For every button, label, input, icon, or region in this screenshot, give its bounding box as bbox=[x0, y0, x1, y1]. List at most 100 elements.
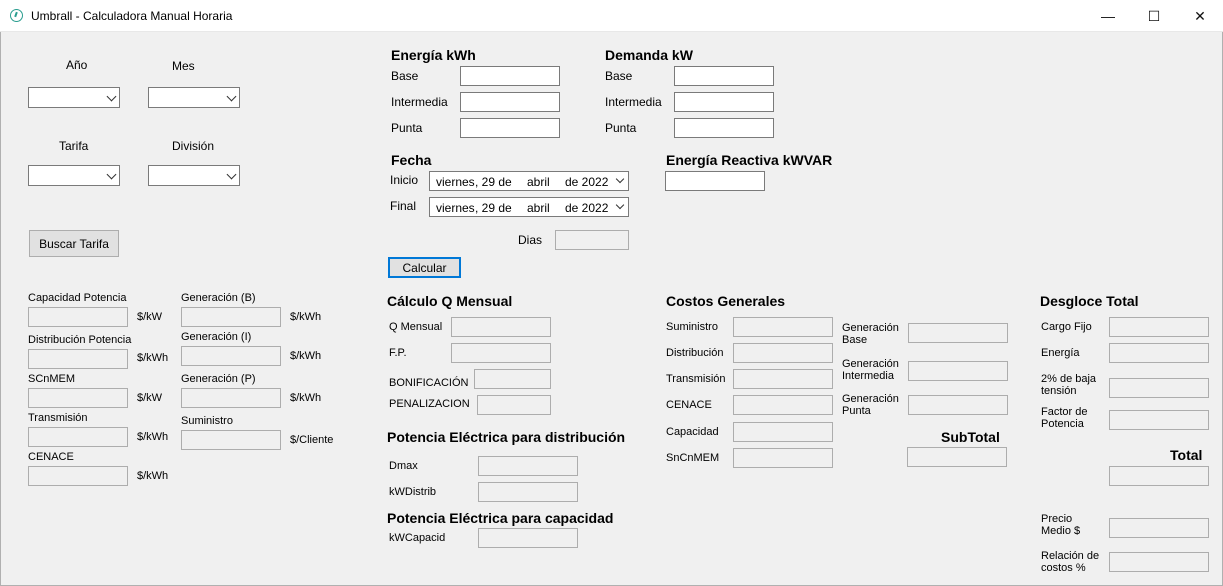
costo-distribucion-label: Distribución bbox=[666, 347, 724, 359]
factor-potencia-label: Factor de Potencia bbox=[1041, 406, 1088, 430]
costo-suministro-field[interactable] bbox=[733, 317, 833, 337]
anio-label: Año bbox=[66, 58, 88, 72]
chevron-down-icon bbox=[615, 174, 625, 184]
gen-intermedia-field[interactable] bbox=[908, 361, 1008, 381]
distribucion-potencia-field[interactable] bbox=[28, 349, 128, 369]
division-label: División bbox=[172, 139, 215, 153]
bonificacion-label: BONIFICACIÓN bbox=[389, 377, 469, 389]
relacion-costos-label: Relación de costos % bbox=[1041, 550, 1100, 574]
costo-sncnmem-field[interactable] bbox=[733, 448, 833, 468]
minimize-icon: — bbox=[1101, 8, 1115, 24]
suministro-label: Suministro bbox=[181, 415, 233, 427]
fecha-final-month: abril bbox=[527, 201, 550, 215]
energia-total-field[interactable] bbox=[1109, 343, 1209, 363]
demanda-intermedia-label: Intermedia bbox=[605, 95, 662, 109]
chevron-down-icon bbox=[106, 91, 117, 102]
close-icon: ✕ bbox=[1194, 7, 1206, 24]
demanda-punta-input[interactable] bbox=[674, 118, 774, 138]
maximize-icon: ☐ bbox=[1147, 7, 1161, 24]
subtotal-field[interactable] bbox=[907, 447, 1007, 467]
minimize-button[interactable]: — bbox=[1085, 0, 1131, 32]
fp-label: F.P. bbox=[389, 347, 407, 359]
close-button[interactable]: ✕ bbox=[1177, 0, 1223, 32]
calculo-q-header: Cálculo Q Mensual bbox=[387, 293, 513, 309]
fecha-final-picker[interactable]: viernes , 29 de abril de 2022 bbox=[429, 197, 629, 217]
fecha-final-day: , 29 de bbox=[475, 201, 512, 215]
maximize-button[interactable]: ☐ bbox=[1131, 0, 1177, 32]
cargo-fijo-label: Cargo Fijo bbox=[1041, 321, 1092, 333]
generacion-p-field[interactable] bbox=[181, 388, 281, 408]
costo-capacidad-field[interactable] bbox=[733, 422, 833, 442]
energia-intermedia-label: Intermedia bbox=[391, 95, 448, 109]
fecha-inicio-picker[interactable]: viernes , 29 de abril de 2022 bbox=[429, 171, 629, 191]
kwdistrib-field[interactable] bbox=[478, 482, 578, 502]
division-select[interactable] bbox=[148, 165, 240, 186]
energia-punta-input[interactable] bbox=[460, 118, 560, 138]
energia-base-label: Base bbox=[391, 69, 419, 83]
demanda-base-input[interactable] bbox=[674, 66, 774, 86]
suministro-unit: $/Cliente bbox=[290, 434, 334, 446]
generacion-b-field[interactable] bbox=[181, 307, 281, 327]
fecha-inicio-weekday: viernes bbox=[436, 175, 475, 189]
relacion-costos-field[interactable] bbox=[1109, 552, 1209, 572]
bonificacion-field[interactable] bbox=[474, 369, 551, 389]
generacion-p-label: Generación (P) bbox=[181, 373, 256, 385]
fecha-inicio-month: abril bbox=[527, 175, 550, 189]
capacidad-potencia-label: Capacidad Potencia bbox=[28, 292, 127, 304]
capacidad-potencia-field[interactable] bbox=[28, 307, 128, 327]
costo-sncnmem-label: SnCnMEM bbox=[666, 452, 720, 464]
costo-cenace-field[interactable] bbox=[733, 395, 833, 415]
precio-medio-field[interactable] bbox=[1109, 518, 1209, 538]
penalizacion-field[interactable] bbox=[477, 395, 551, 415]
baja-tension-label: 2% de baja tensión bbox=[1041, 373, 1097, 397]
cenace-label: CENACE bbox=[28, 451, 74, 463]
gen-punta-field[interactable] bbox=[908, 395, 1008, 415]
transmision-field[interactable] bbox=[28, 427, 128, 447]
costo-distribucion-field[interactable] bbox=[733, 343, 833, 363]
mes-select[interactable] bbox=[148, 87, 240, 108]
kwdistrib-label: kWDistrib bbox=[389, 486, 437, 498]
reactiva-input[interactable] bbox=[665, 171, 765, 191]
q-mensual-field[interactable] bbox=[451, 317, 551, 337]
dmax-field[interactable] bbox=[478, 456, 578, 476]
kwcapacid-label: kWCapacid bbox=[389, 532, 446, 544]
gen-base-field[interactable] bbox=[908, 323, 1008, 343]
fecha-header: Fecha bbox=[391, 152, 432, 168]
anio-select[interactable] bbox=[28, 87, 120, 108]
cenace-field[interactable] bbox=[28, 466, 128, 486]
fecha-final-label: Final bbox=[390, 199, 417, 213]
costo-transmision-field[interactable] bbox=[733, 369, 833, 389]
baja-tension-field[interactable] bbox=[1109, 378, 1209, 398]
suministro-field[interactable] bbox=[181, 430, 281, 450]
energia-intermedia-input[interactable] bbox=[460, 92, 560, 112]
dias-field[interactable] bbox=[555, 230, 629, 250]
energia-punta-label: Punta bbox=[391, 121, 423, 135]
demanda-intermedia-input[interactable] bbox=[674, 92, 774, 112]
energia-header: Energía kWh bbox=[391, 47, 476, 63]
cargo-fijo-field[interactable] bbox=[1109, 317, 1209, 337]
cenace-unit: $/kWh bbox=[137, 470, 169, 482]
total-field[interactable] bbox=[1109, 466, 1209, 486]
chevron-down-icon bbox=[226, 91, 237, 102]
chevron-down-icon bbox=[106, 169, 117, 180]
distribucion-potencia-label: Distribución Potencia bbox=[28, 334, 132, 346]
capacidad-potencia-unit: $/kW bbox=[137, 311, 163, 323]
scnmem-label: SCnMEM bbox=[28, 373, 76, 385]
scnmem-field[interactable] bbox=[28, 388, 128, 408]
gen-punta-label: Generación Punta bbox=[842, 393, 899, 417]
kwcapacid-field[interactable] bbox=[478, 528, 578, 548]
generacion-i-field[interactable] bbox=[181, 346, 281, 366]
calcular-button[interactable]: Calcular bbox=[388, 257, 461, 278]
factor-potencia-field[interactable] bbox=[1109, 410, 1209, 430]
potencia-distribucion-header: Potencia Eléctrica para distribución bbox=[387, 429, 626, 445]
fecha-inicio-label: Inicio bbox=[390, 173, 419, 187]
distribucion-potencia-unit: $/kWh bbox=[137, 352, 169, 364]
potencia-capacidad-header: Potencia Eléctrica para capacidad bbox=[387, 510, 614, 526]
energia-base-input[interactable] bbox=[460, 66, 560, 86]
buscar-tarifa-button[interactable]: Buscar Tarifa bbox=[29, 230, 119, 257]
fp-field[interactable] bbox=[451, 343, 551, 363]
tarifa-select[interactable] bbox=[28, 165, 120, 186]
transmision-label: Transmisión bbox=[28, 412, 88, 424]
gen-base-label: Generación Base bbox=[842, 322, 899, 346]
energia-total-label: Energía bbox=[1041, 347, 1080, 359]
